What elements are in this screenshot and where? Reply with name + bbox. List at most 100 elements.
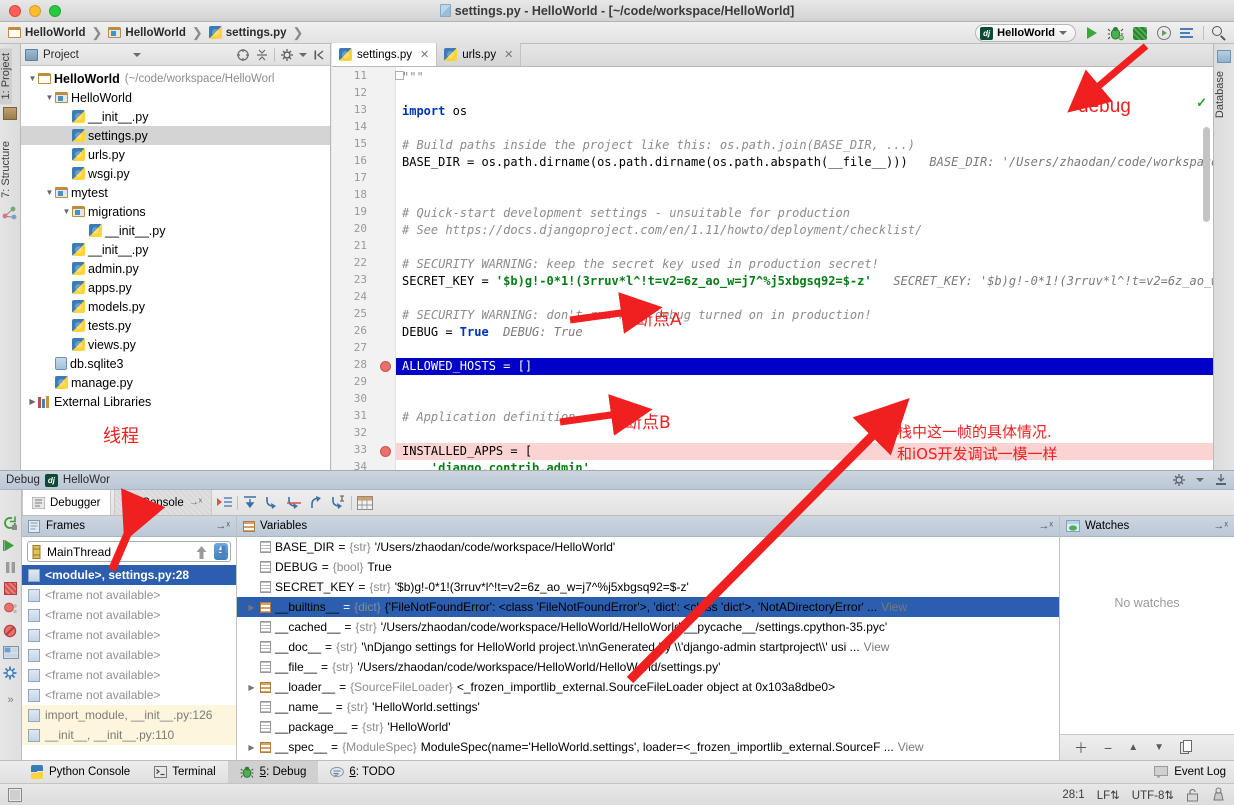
frame-list-item[interactable]: <frame not available>	[22, 665, 236, 685]
debug-button[interactable]	[1107, 25, 1124, 42]
gear-icon[interactable]	[1172, 473, 1186, 487]
chevron-down-icon[interactable]	[133, 52, 141, 57]
tab-urls-py[interactable]: urls.py ✕	[437, 43, 522, 66]
run-button[interactable]	[1083, 25, 1100, 42]
tree-item[interactable]: ▼ HelloWorld (~/code/workspace/HelloWorl	[21, 69, 330, 88]
code-line[interactable]: INSTALLED_APPS = [	[396, 443, 1213, 460]
inspection-icon[interactable]	[1211, 787, 1226, 802]
code-line[interactable]: # SECURITY WARNING: keep the secret key …	[396, 256, 1213, 273]
pin-panel-icon[interactable]: →ˣ	[1038, 520, 1053, 532]
variable-row[interactable]: ▶ DEBUG={bool}True	[237, 557, 1059, 577]
target-icon[interactable]	[236, 48, 250, 62]
frame-list-item[interactable]: <frame not available>	[22, 605, 236, 625]
view-value-link[interactable]: View	[864, 640, 890, 654]
hide-panel-icon[interactable]	[312, 48, 326, 62]
tree-item[interactable]: ▼ HelloWorld	[21, 88, 330, 107]
variable-row[interactable]: ▶ __package__={str}'HelloWorld'	[237, 717, 1059, 737]
bottom-tab-todo[interactable]: 6: TODO	[318, 761, 407, 784]
variable-row[interactable]: ▶ __cached__={str}'/Users/zhaodan/code/wo…	[237, 617, 1059, 637]
tree-item[interactable]: tests.py	[21, 316, 330, 335]
tree-item[interactable]: views.py	[21, 335, 330, 354]
memory-indicator-icon[interactable]	[8, 787, 22, 802]
breakpoint-marker[interactable]	[380, 446, 391, 457]
up-arrow-icon[interactable]	[195, 545, 208, 560]
pin-tab-icon[interactable]: →ˣ	[189, 497, 202, 508]
code-line[interactable]: SECRET_KEY = '$b)g!-0*1!(3rruv*l^!t=v2=6…	[396, 273, 1213, 290]
tree-item[interactable]: db.sqlite3	[21, 354, 330, 373]
frame-list-item[interactable]: <frame not available>	[22, 685, 236, 705]
tree-expander-down-icon[interactable]: ▼	[27, 74, 38, 83]
stop-button[interactable]	[4, 582, 17, 595]
variable-row[interactable]: ▶ __builtins__ = {dict} {'FileNotFoundError'…	[237, 597, 1059, 617]
caret-position[interactable]: 28:1	[1062, 789, 1084, 801]
variable-row[interactable]: ▶ __loader__ = {SourceFileLoader} <_frozen_i…	[237, 677, 1059, 697]
tree-item[interactable]: ▶ External Libraries	[21, 392, 330, 411]
breadcrumb-item-0[interactable]: HelloWorld	[8, 27, 85, 39]
tree-item[interactable]: wsgi.py	[21, 164, 330, 183]
variable-row[interactable]: ▶ __file__={str}'/Users/zhaodan/code/work…	[237, 657, 1059, 677]
tree-item[interactable]: models.py	[21, 297, 330, 316]
tree-item[interactable]: urls.py	[21, 145, 330, 164]
frame-list-item[interactable]: import_module, __init__.py:126	[22, 705, 236, 725]
pause-program-button[interactable]	[3, 560, 18, 575]
run-to-cursor-button[interactable]	[329, 493, 348, 512]
tab-settings-py[interactable]: settings.py ✕	[332, 43, 438, 66]
move-up-button[interactable]: ▲	[1128, 742, 1138, 753]
step-into-button[interactable]	[263, 493, 282, 512]
variable-row[interactable]: ▶ __spec__ = {ModuleSpec} ModuleSpec(name='H…	[237, 737, 1059, 757]
code-line[interactable]: # See https://docs.djangoproject.com/en/…	[396, 222, 1213, 239]
code-line[interactable]: ALLOWED_HOSTS = []	[396, 358, 1213, 375]
code-line[interactable]: BASE_DIR = os.path.dirname(os.path.dirna…	[396, 154, 1213, 171]
variable-row[interactable]: ▶ __name__={str}'HelloWorld.settings'	[237, 697, 1059, 717]
show-execution-point-button[interactable]	[215, 493, 234, 512]
tree-item[interactable]: admin.py	[21, 259, 330, 278]
tree-item[interactable]: settings.py	[21, 126, 330, 145]
evaluate-expression-button[interactable]	[355, 493, 374, 512]
run-with-console-button[interactable]	[1179, 25, 1196, 42]
code-line[interactable]: # Application definition	[396, 409, 1213, 426]
step-out-button[interactable]	[307, 493, 326, 512]
tab-debugger[interactable]: Debugger	[22, 490, 111, 515]
encoding-widget[interactable]: UTF-8⇅	[1132, 788, 1174, 802]
variable-row[interactable]: ▶ BASE_DIR={str}'/Users/zhaodan/code/work…	[237, 537, 1059, 557]
pin-panel-icon[interactable]: →ˣ	[1213, 520, 1228, 532]
tree-expander-down-icon[interactable]: ▼	[44, 188, 55, 197]
restore-layout-button[interactable]	[2, 646, 19, 659]
variable-row[interactable]: ▶ SECRET_KEY={str}'$b)g!-0*1!(3rruv*l^!t=…	[237, 577, 1059, 597]
tree-item[interactable]: ▼ mytest	[21, 183, 330, 202]
remove-watch-button[interactable]: −	[1104, 740, 1112, 756]
variable-row[interactable]: ▶ __doc__={str}'\nDjango settings for Hel…	[237, 637, 1059, 657]
rerun-button[interactable]	[3, 516, 18, 531]
sidebar-item-database[interactable]: Database	[1214, 66, 1226, 123]
down-arrow-icon[interactable]	[217, 545, 230, 560]
frame-list-item[interactable]: <module>, settings.py:28	[22, 565, 236, 585]
code-line[interactable]: DEBUG = True DEBUG: True	[396, 324, 1213, 341]
code-line[interactable]	[396, 375, 1213, 392]
breakpoint-marker[interactable]	[380, 361, 391, 372]
code-line[interactable]	[396, 120, 1213, 137]
expand-arrow-icon[interactable]: ▶	[247, 683, 256, 692]
sidebar-item-structure[interactable]: 7: Structure	[0, 136, 12, 203]
code-line[interactable]	[396, 188, 1213, 205]
code-line[interactable]: # Build paths inside the project like th…	[396, 137, 1213, 154]
resume-program-button[interactable]	[3, 538, 18, 553]
tree-item[interactable]: manage.py	[21, 373, 330, 392]
coverage-button[interactable]	[1131, 25, 1148, 42]
hide-panel-icon[interactable]	[1214, 473, 1228, 487]
event-log-label[interactable]: Event Log	[1174, 766, 1226, 778]
code-line[interactable]	[396, 239, 1213, 256]
code-line[interactable]: """	[396, 69, 1213, 86]
tree-item[interactable]: __init__.py	[21, 107, 330, 126]
chevron-down-icon[interactable]	[299, 52, 307, 57]
tree-expander-right-icon[interactable]: ▶	[27, 397, 38, 406]
frame-list-item[interactable]: <frame not available>	[22, 645, 236, 665]
close-tab-icon[interactable]: ✕	[420, 48, 429, 61]
add-watch-button[interactable]: ＋	[1074, 738, 1088, 758]
line-separator-widget[interactable]: LF⇅	[1097, 788, 1120, 802]
breadcrumb-item-1[interactable]: HelloWorld	[108, 27, 186, 39]
code-line[interactable]	[396, 426, 1213, 443]
variables-list[interactable]: ▶BASE_DIR={str}'/Users/zhaodan/code/work…	[237, 537, 1059, 757]
expand-arrow-icon[interactable]: ▶	[247, 603, 256, 612]
tree-expander-down-icon[interactable]: ▼	[61, 207, 72, 216]
code-line[interactable]: # Quick-start development settings - uns…	[396, 205, 1213, 222]
